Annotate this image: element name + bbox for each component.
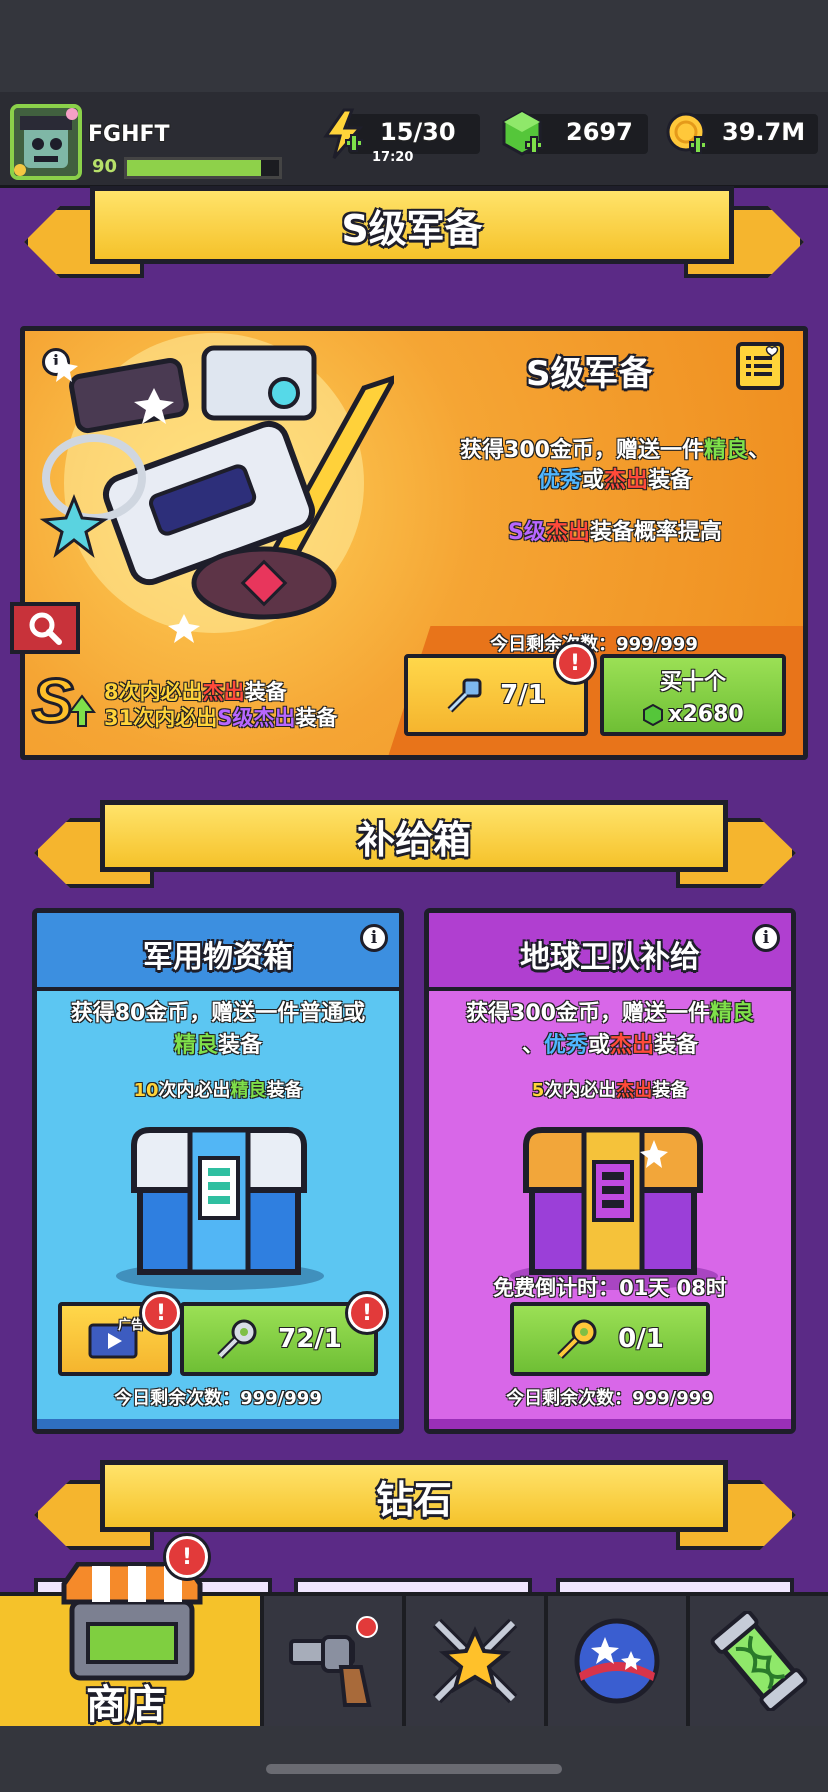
xp-progress-bar (124, 157, 282, 179)
military-key-alert-badge: ! (348, 1294, 386, 1332)
star-planet-icon (574, 1618, 660, 1704)
purple-gold-chest-icon (510, 1127, 718, 1290)
nav-shop-label: 商店 (86, 1682, 166, 1728)
player-name: FGHFT (88, 122, 170, 147)
s-gear-daily-remaining: 今日剩余次数：999/999 (490, 634, 698, 655)
military-card-title: 军用物资箱 (143, 940, 293, 975)
zombie-avatar-icon (14, 108, 78, 176)
military-info-icon[interactable]: i (360, 924, 388, 952)
military-key-count: 72/1 (278, 1324, 342, 1354)
s-rank-icon: S (31, 668, 96, 730)
player-avatar[interactable] (10, 104, 82, 180)
silver-key-icon (217, 1319, 257, 1359)
s-gear-key-count: 7/1 (500, 680, 546, 710)
s-gear-panel-title: S级军备 (526, 354, 653, 394)
nav-tab-gene[interactable] (690, 1596, 828, 1726)
blue-chest-icon (116, 1127, 324, 1290)
coin-count: 39.7M (722, 118, 806, 146)
earth-info-icon[interactable]: i (752, 924, 780, 952)
diamond-banner-title: 钻石 (375, 1477, 452, 1522)
supply-banner-title: 补给箱 (356, 817, 471, 862)
gold-key-icon (557, 1319, 597, 1359)
gem-small-icon (643, 703, 664, 726)
s-gear-banner: S级军备 (90, 186, 734, 264)
gem-count: 2697 (566, 118, 633, 146)
nav-tab-battle[interactable] (406, 1596, 548, 1726)
s-gear-banner-title: S级军备 (341, 206, 483, 251)
buy-ten-price: x2680 (668, 702, 744, 727)
s-gear-boost: S级杰出装备概率提高 (508, 520, 722, 545)
s-gear-desc: 获得300金币，赠送一件精良、 优秀或杰出装备 (460, 438, 770, 493)
earth-card-title: 地球卫队补给 (520, 940, 700, 975)
energy-count: 15/30 (380, 118, 456, 146)
status-bar-area (0, 0, 828, 92)
earth-daily-remaining: 今日剩余次数：999/999 (506, 1388, 714, 1409)
nav-tab-planet[interactable] (548, 1596, 690, 1726)
military-daily-remaining: 今日剩余次数：999/999 (114, 1388, 322, 1409)
buy-ten-label: 买十个 (659, 670, 726, 695)
pity-line-2: 31次内必出S级杰出装备 (104, 706, 338, 730)
military-pity: 10次内必出精良装备 (133, 1080, 303, 1101)
ad-label: 广告 (118, 1318, 145, 1333)
magnifier-icon (29, 612, 62, 645)
earth-key-count: 0/1 (618, 1324, 664, 1354)
earth-pity: 5次内必出杰出装备 (531, 1080, 689, 1101)
dna-capsule-icon (710, 1611, 808, 1711)
crossed-swords-star-icon (432, 1618, 518, 1704)
earth-free-countdown: 免费倒计时：01天 08时 (493, 1276, 727, 1300)
green-gem-icon (502, 110, 543, 156)
military-desc: 获得80金币，赠送一件普通或 精良装备 (70, 1001, 366, 1058)
earth-key-button[interactable]: 0/1 (510, 1302, 710, 1376)
drop-list-button[interactable] (736, 342, 784, 390)
search-button[interactable] (10, 602, 80, 654)
supply-banner: 补给箱 (100, 800, 728, 872)
s-gear-illustration-icon (39, 333, 394, 643)
buy-ten-button[interactable]: 买十个 x2680 (600, 654, 786, 736)
earth-desc: 获得300金币，赠送一件精良 、优秀或杰出装备 (466, 1001, 754, 1058)
energy-timer: 17:20 (372, 150, 414, 165)
shop-alert-badge: ! (166, 1536, 208, 1578)
energy-bolt-icon (323, 108, 364, 159)
diamond-banner: 钻石 (100, 1460, 728, 1532)
revolver-icon (289, 1616, 378, 1707)
gold-coin-icon (666, 112, 707, 154)
nav-tab-weapons[interactable] (264, 1596, 406, 1726)
s-gear-key-alert-badge: ! (556, 644, 594, 682)
xp-progress-fill (127, 160, 261, 176)
player-level: 90 (92, 156, 118, 177)
list-heart-icon (746, 346, 779, 376)
home-indicator-area (0, 1726, 828, 1792)
blue-key-icon (447, 678, 482, 713)
svg-text:S: S (32, 668, 73, 730)
home-indicator[interactable] (266, 1764, 562, 1774)
shop-stall-icon (61, 1562, 203, 1681)
ad-alert-badge: ! (142, 1294, 180, 1332)
